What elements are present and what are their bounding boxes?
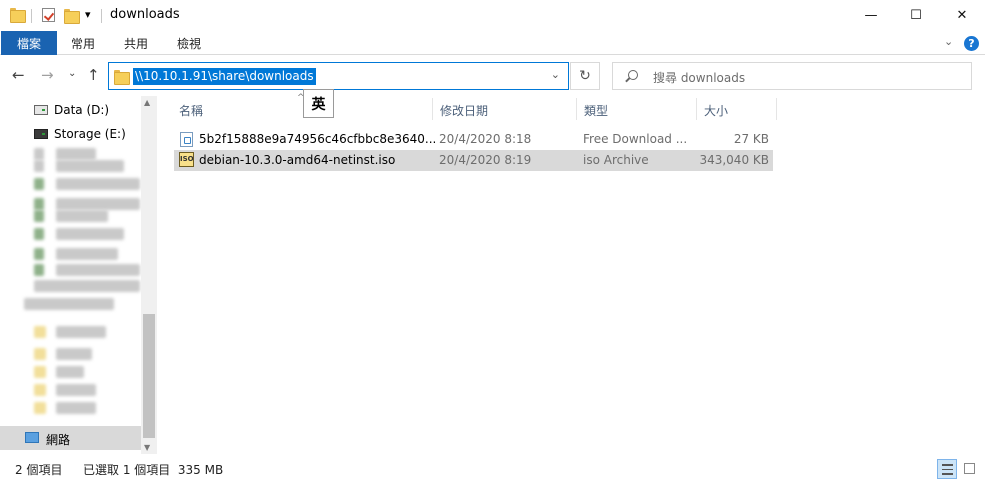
refresh-button[interactable]: ↻ <box>570 62 600 90</box>
column-header-type[interactable]: 類型 <box>584 102 608 119</box>
search-icon <box>628 70 638 80</box>
column-divider[interactable] <box>776 98 777 120</box>
navigation-pane: Data (D:) Storage (E:) 網路 <box>0 96 157 454</box>
file-size: 27 KB <box>733 132 769 146</box>
file-name: 5b2f15888e9a74956c46cfbbc8e3640... <box>199 132 435 146</box>
customize-toolbar-dropdown[interactable]: ▾ <box>85 8 91 21</box>
back-button[interactable]: ← <box>12 66 25 84</box>
nav-item-data-drive[interactable]: Data (D:) <box>34 103 109 117</box>
iso-file-icon: ISO <box>179 152 194 167</box>
window-title: downloads <box>110 7 180 22</box>
new-folder-icon[interactable] <box>64 8 80 24</box>
nav-item-storage-drive[interactable]: Storage (E:) <box>34 127 126 141</box>
help-icon[interactable]: ? <box>964 36 979 51</box>
ime-mode-indicator: 英 <box>303 89 334 118</box>
expand-ribbon-chevron-icon[interactable]: ⌄ <box>944 35 953 48</box>
close-button[interactable]: ✕ <box>939 0 985 31</box>
column-header-date[interactable]: 修改日期 <box>440 102 488 119</box>
forward-button[interactable]: → <box>41 66 54 84</box>
tab-file[interactable]: 檔案 <box>1 31 57 55</box>
address-path-text[interactable]: \\10.10.1.91\share\downloads <box>133 68 316 85</box>
quick-access-toolbar <box>10 7 26 23</box>
file-size: 343,040 KB <box>699 153 769 167</box>
column-divider[interactable] <box>432 98 433 120</box>
nav-scrollbar[interactable]: ▲ ▼ <box>141 96 157 454</box>
tab-view[interactable]: 檢視 <box>177 35 201 52</box>
address-dropdown-chevron-icon[interactable]: ⌄ <box>551 68 560 81</box>
folder-icon <box>114 69 130 85</box>
title-bar: ▾ downloads — ☐ ✕ <box>0 0 985 31</box>
minimize-button[interactable]: — <box>848 0 894 31</box>
nav-item-label: 網路 <box>46 433 71 447</box>
address-bar[interactable]: \\10.10.1.91\share\downloads ⌄ <box>108 62 569 90</box>
scroll-up-arrow-icon[interactable]: ▲ <box>144 98 150 107</box>
search-box[interactable]: 搜尋 downloads <box>612 62 972 90</box>
up-button[interactable]: ↑ <box>87 66 100 84</box>
tab-share[interactable]: 共用 <box>124 35 148 52</box>
folder-icon <box>10 7 26 23</box>
title-divider <box>101 9 102 23</box>
file-row[interactable]: 5b2f15888e9a74956c46cfbbc8e3640... 20/4/… <box>174 129 773 150</box>
file-row-selected[interactable]: ISO debian-10.3.0-amd64-netinst.iso 20/4… <box>174 150 773 171</box>
recent-locations-button[interactable]: ⌄ <box>68 68 76 79</box>
torrent-file-icon <box>180 132 193 147</box>
network-icon <box>25 432 39 443</box>
search-placeholder: 搜尋 downloads <box>653 71 746 85</box>
column-header-name[interactable]: 名稱 <box>179 102 203 119</box>
file-date: 20/4/2020 8:18 <box>439 132 532 146</box>
toolbar-divider <box>31 9 32 23</box>
ribbon-tabs: 檔案 常用 共用 檢視 ⌄ ? <box>0 31 985 55</box>
details-view-icon <box>942 464 953 475</box>
scroll-thumb[interactable] <box>143 314 155 438</box>
file-type: iso Archive <box>583 153 649 167</box>
status-selection: 已選取 1 個項目 335 MB <box>83 463 224 477</box>
column-divider[interactable] <box>576 98 577 120</box>
drive-icon <box>34 129 48 139</box>
nav-item-network[interactable]: 網路 <box>0 426 141 450</box>
column-divider[interactable] <box>696 98 697 120</box>
column-header-size[interactable]: 大小 <box>704 102 728 119</box>
maximize-button[interactable]: ☐ <box>893 0 939 31</box>
large-icons-view-icon <box>964 463 975 474</box>
nav-item-label: Data (D:) <box>54 103 110 117</box>
scroll-down-arrow-icon[interactable]: ▼ <box>144 443 150 452</box>
drive-icon <box>34 105 48 115</box>
file-date: 20/4/2020 8:19 <box>439 153 532 167</box>
tab-home[interactable]: 常用 <box>71 35 95 52</box>
properties-icon[interactable] <box>42 8 55 22</box>
file-type: Free Download ... <box>583 132 688 146</box>
file-name: debian-10.3.0-amd64-netinst.iso <box>199 153 396 167</box>
nav-item-label: Storage (E:) <box>54 127 126 141</box>
status-item-count: 2 個項目 <box>15 463 63 477</box>
large-icons-view-button[interactable] <box>960 459 980 479</box>
details-view-button[interactable] <box>937 459 957 479</box>
